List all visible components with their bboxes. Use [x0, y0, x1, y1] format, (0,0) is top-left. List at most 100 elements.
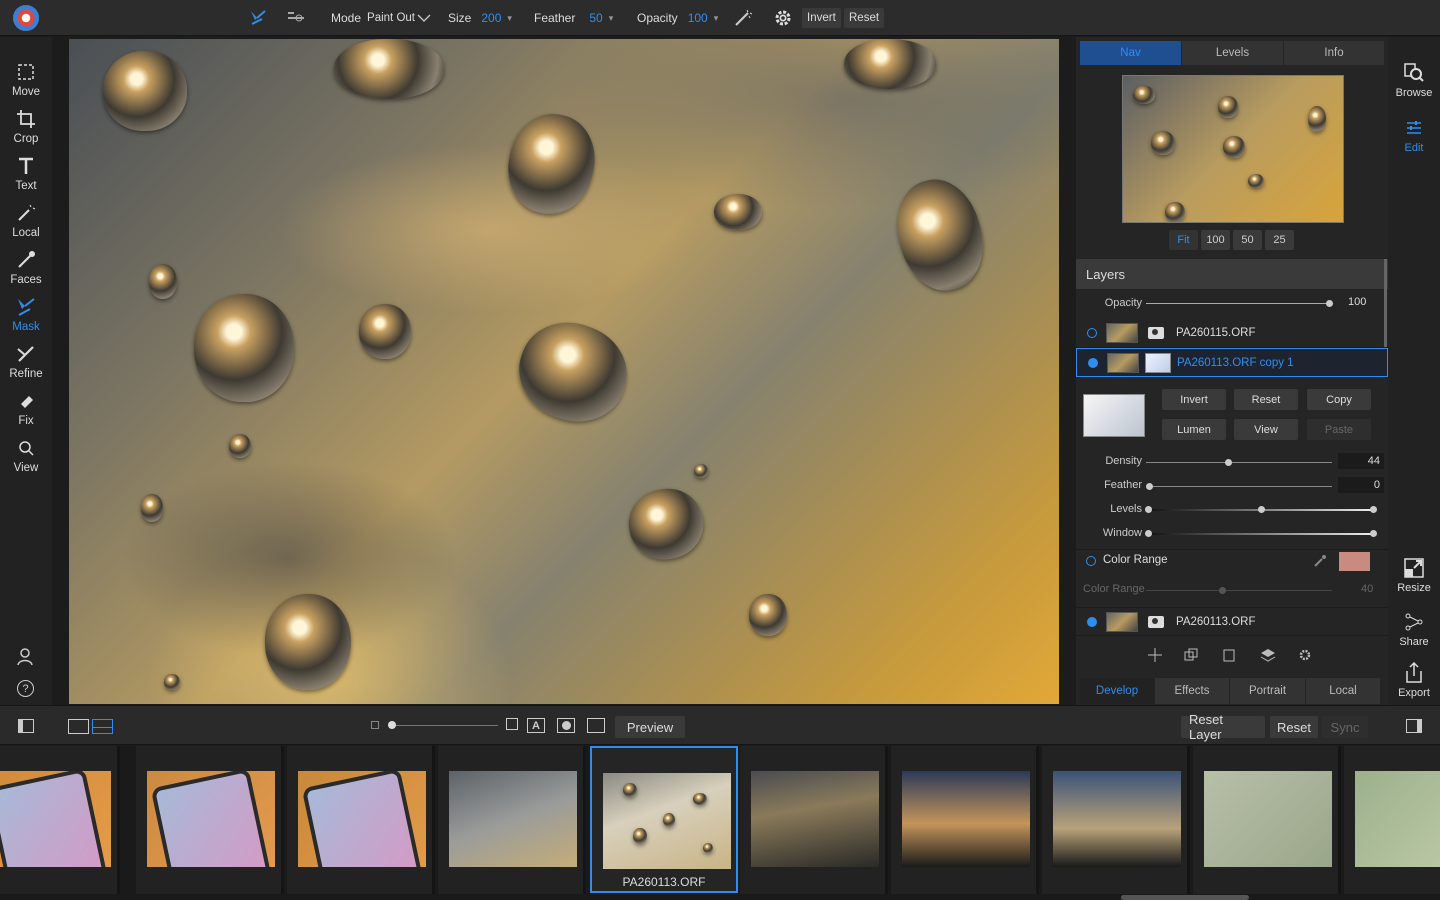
browse-module[interactable]: Browse: [1388, 61, 1440, 99]
reset-mask-button[interactable]: Reset: [844, 8, 885, 28]
tool-label: Crop: [13, 133, 39, 145]
layer-row[interactable]: PA260113.ORF: [1076, 607, 1388, 636]
resize-module[interactable]: Resize: [1388, 556, 1440, 594]
thumb-small-icon[interactable]: [371, 721, 379, 729]
auto-icon[interactable]: A: [527, 718, 545, 733]
mask-lumen-button[interactable]: Lumen: [1162, 419, 1226, 440]
tool-fix[interactable]: Fix: [0, 388, 52, 434]
thumbnail-size-slider[interactable]: [388, 721, 498, 729]
feather-slider[interactable]: [1146, 483, 1332, 490]
add-layer-icon[interactable]: [1148, 648, 1162, 665]
copy-layer-icon[interactable]: [1223, 648, 1235, 665]
mask-thumbnail[interactable]: [1145, 352, 1171, 373]
layer-row-selected[interactable]: PA260113.ORF copy 1: [1076, 348, 1388, 377]
tool-view[interactable]: View: [0, 435, 52, 481]
mask-brush-tool-icon[interactable]: [248, 0, 268, 36]
single-view-icon[interactable]: [68, 719, 89, 734]
mask-view-button[interactable]: View: [1234, 419, 1298, 440]
feather-value[interactable]: 0: [1338, 477, 1384, 493]
duplicate-layer-icon[interactable]: [1184, 648, 1198, 665]
filmstrip-thumbnail[interactable]: [136, 746, 284, 894]
tab-local[interactable]: Local: [1306, 678, 1380, 704]
zoom-fit-button[interactable]: Fit: [1169, 230, 1198, 250]
filmstrip-scrollbar[interactable]: [1121, 895, 1249, 900]
layers-header[interactable]: Layers: [1076, 259, 1388, 289]
mask-preview-thumbnail[interactable]: [1083, 394, 1145, 437]
filmstrip-thumbnail[interactable]: [287, 746, 435, 894]
invert-mask-button[interactable]: Invert: [802, 8, 841, 28]
filmstrip: PA260113.ORF: [0, 746, 1440, 900]
gear-icon[interactable]: [773, 0, 793, 36]
layers-stack-icon[interactable]: [1260, 648, 1276, 665]
tab-portrait[interactable]: Portrait: [1230, 678, 1305, 704]
filmstrip-thumbnail[interactable]: [1042, 746, 1190, 894]
tool-text[interactable]: Text: [0, 153, 52, 199]
tool-mask[interactable]: Mask: [0, 294, 52, 340]
layer-toggle-radio[interactable]: [1087, 616, 1097, 627]
toggle-left-panel-icon[interactable]: [18, 719, 34, 733]
photo-canvas[interactable]: [69, 39, 1059, 704]
mask-copy-button[interactable]: Copy: [1307, 389, 1371, 410]
tool-faces[interactable]: Faces: [0, 247, 52, 293]
filmstrip-thumbnail[interactable]: [438, 746, 586, 894]
eyedropper-icon[interactable]: [1313, 554, 1327, 571]
edit-module[interactable]: Edit: [1388, 116, 1440, 154]
tool-refine[interactable]: Refine: [0, 341, 52, 387]
zoom-25-button[interactable]: 25: [1265, 230, 1294, 250]
layer-toggle-radio[interactable]: [1088, 357, 1098, 368]
tool-local[interactable]: Local: [0, 200, 52, 246]
toggle-right-panel-icon[interactable]: [1406, 719, 1422, 733]
feather-value[interactable]: 50: [589, 11, 602, 25]
color-range-toggle[interactable]: [1086, 556, 1096, 566]
opacity-value[interactable]: 100: [688, 11, 708, 25]
mask-overlay-icon[interactable]: [557, 718, 575, 733]
tool-crop[interactable]: Crop: [0, 106, 52, 152]
zoom-50-button[interactable]: 50: [1233, 230, 1262, 250]
thumbnail-image: [902, 771, 1030, 867]
mode-control[interactable]: Mode Paint Out: [331, 0, 431, 36]
help-icon[interactable]: ?: [17, 680, 34, 697]
layer-toggle-radio[interactable]: [1087, 328, 1097, 338]
filmstrip-view-icon[interactable]: [92, 719, 113, 734]
layer-opacity-value[interactable]: 100: [1348, 296, 1366, 308]
size-value[interactable]: 200: [481, 11, 501, 25]
density-value[interactable]: 44: [1338, 453, 1384, 469]
reset-layer-button[interactable]: Reset Layer: [1181, 712, 1265, 742]
tab-nav[interactable]: Nav: [1080, 41, 1181, 65]
tool-move[interactable]: Move: [0, 59, 52, 105]
density-slider[interactable]: [1146, 459, 1332, 466]
mask-reset-button[interactable]: Reset: [1234, 389, 1298, 410]
thumb-large-icon[interactable]: [506, 718, 518, 730]
filmstrip-thumbnail[interactable]: PA260113.ORF: [590, 746, 738, 893]
layer-settings-gear-icon[interactable]: [1298, 648, 1312, 665]
filmstrip-thumbnail[interactable]: [891, 746, 1039, 894]
tab-effects[interactable]: Effects: [1155, 678, 1229, 704]
opacity-control[interactable]: Opacity 100 ▾: [637, 0, 718, 36]
color-range-swatch[interactable]: [1339, 552, 1370, 571]
user-account-icon[interactable]: [16, 647, 36, 670]
mode-value[interactable]: Paint Out: [367, 12, 415, 24]
reset-button[interactable]: Reset: [1270, 716, 1318, 738]
layer-row[interactable]: PA260115.ORF: [1076, 319, 1388, 348]
filmstrip-thumbnail[interactable]: [0, 746, 120, 894]
brush-options-icon[interactable]: [287, 0, 305, 36]
feather-control[interactable]: Feather 50 ▾: [534, 0, 613, 36]
layer-opacity-slider[interactable]: [1146, 300, 1333, 307]
compare-icon[interactable]: [587, 718, 605, 733]
navigator-thumbnail[interactable]: [1122, 75, 1344, 223]
tab-levels[interactable]: Levels: [1182, 41, 1283, 65]
filmstrip-thumbnail[interactable]: [1193, 746, 1341, 894]
share-module[interactable]: Share: [1388, 610, 1440, 648]
tab-info[interactable]: Info: [1284, 41, 1384, 65]
levels-slider[interactable]: [1145, 506, 1377, 513]
filmstrip-thumbnail[interactable]: [1344, 746, 1440, 894]
zoom-100-button[interactable]: 100: [1201, 230, 1230, 250]
size-control[interactable]: Size 200 ▾: [448, 0, 512, 36]
preview-button[interactable]: Preview: [615, 716, 685, 738]
window-slider[interactable]: [1145, 530, 1377, 537]
filmstrip-thumbnail[interactable]: [740, 746, 888, 894]
magic-wand-icon[interactable]: [733, 0, 753, 36]
mask-invert-button[interactable]: Invert: [1162, 389, 1226, 410]
export-module[interactable]: Export: [1388, 661, 1440, 699]
tab-develop[interactable]: Develop: [1080, 678, 1154, 704]
